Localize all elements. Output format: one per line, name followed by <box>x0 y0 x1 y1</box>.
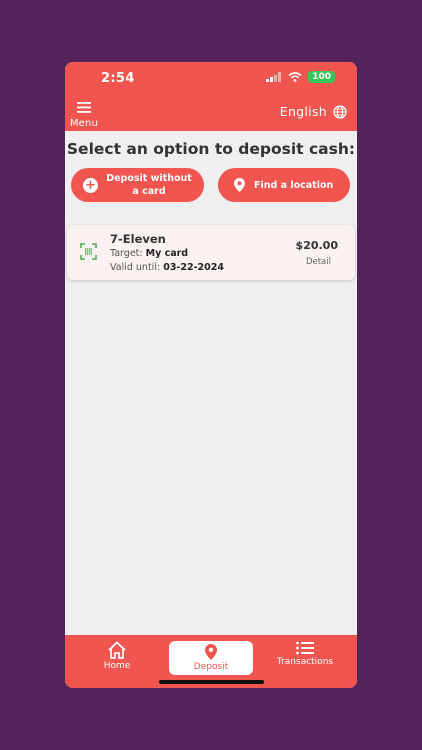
signal-icon <box>266 72 282 82</box>
store-name: 7-Eleven <box>110 232 166 246</box>
detail-link[interactable]: Detail <box>306 257 331 267</box>
tab-transactions[interactable]: Transactions <box>263 641 347 677</box>
tab-home[interactable]: Home <box>75 641 159 677</box>
plus-circle-icon: + <box>83 177 98 193</box>
target-label: Target: <box>110 248 143 259</box>
deposit-amount: $20.00 <box>295 239 338 252</box>
home-icon <box>108 641 126 659</box>
deposit-without-card-button[interactable]: + Deposit without a card <box>71 168 204 202</box>
find-location-label: Find a location <box>254 179 334 191</box>
home-indicator <box>159 680 264 684</box>
deposit-without-card-label: Deposit without a card <box>106 173 192 197</box>
tab-home-label: Home <box>103 661 131 671</box>
valid-line: Valid until: 03-22-2024 <box>110 262 224 273</box>
valid-value: 03-22-2024 <box>163 262 224 273</box>
language-label: English <box>279 104 327 119</box>
battery-indicator: 100 <box>308 71 335 83</box>
location-pin-icon <box>205 644 217 660</box>
location-pin-icon <box>234 178 245 192</box>
barcode-scan-icon <box>80 243 97 260</box>
deposit-card[interactable]: 7-Eleven Target: My card Valid until: 03… <box>67 225 355 280</box>
status-icons: 100 <box>266 71 335 83</box>
page-title: Select an option to deposit cash: <box>66 140 356 158</box>
target-value: My card <box>145 248 189 259</box>
app-screen: 2:54 100 Menu English Select an option t… <box>65 62 357 688</box>
valid-label: Valid until: <box>110 262 161 273</box>
menu-label: Menu <box>69 118 99 129</box>
find-location-button[interactable]: Find a location <box>218 168 350 202</box>
tab-deposit-label: Deposit <box>193 662 229 672</box>
status-time: 2:54 <box>101 71 135 86</box>
tab-deposit[interactable]: Deposit <box>169 641 253 675</box>
target-line: Target: My card <box>110 248 188 259</box>
menu-button[interactable]: Menu <box>69 98 99 129</box>
language-selector[interactable]: English <box>280 104 347 119</box>
wifi-icon <box>288 72 302 82</box>
globe-icon <box>333 104 347 119</box>
list-icon <box>296 641 314 655</box>
app-header: Menu English <box>65 94 357 131</box>
status-bar: 2:54 100 <box>65 62 357 94</box>
tab-transactions-label: Transactions <box>276 657 334 667</box>
hamburger-icon <box>77 102 91 113</box>
